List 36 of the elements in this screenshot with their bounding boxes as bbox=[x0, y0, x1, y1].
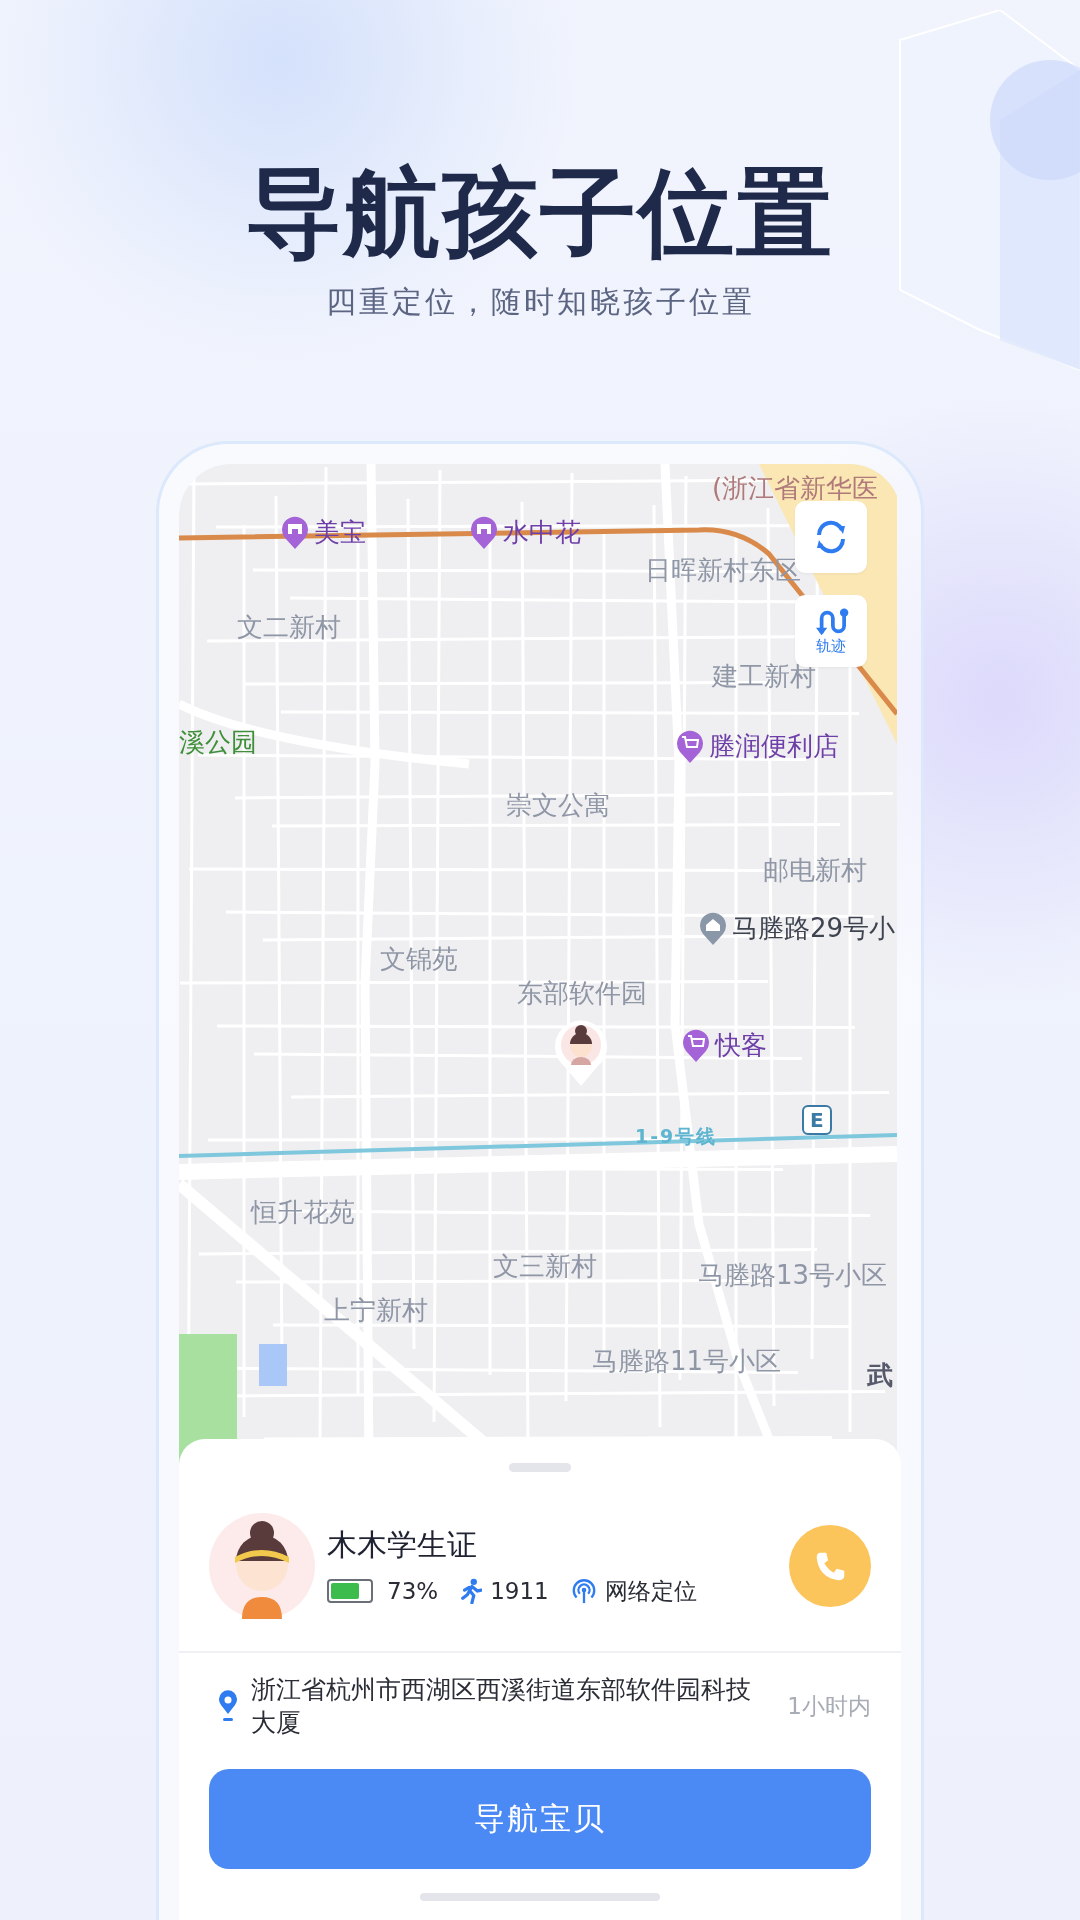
place-label: 文三新村 bbox=[493, 1250, 597, 1282]
road-label: 武 bbox=[867, 1359, 893, 1391]
update-time: 1小时内 bbox=[787, 1691, 871, 1721]
house-pin-icon[interactable] bbox=[698, 910, 728, 946]
address-text: 浙江省杭州市西湖区西溪街道东部软件园科技大厦 bbox=[251, 1674, 752, 1739]
place-label: 文二新村 bbox=[237, 611, 341, 643]
signal-icon bbox=[570, 1578, 597, 1604]
place-label: (浙江省新华医 bbox=[712, 472, 879, 504]
location-pin-icon bbox=[217, 1690, 239, 1722]
subway-exit-badge: E bbox=[802, 1105, 832, 1135]
battery-reading: 73% bbox=[387, 1577, 439, 1606]
place-label: 上宁新村 bbox=[324, 1294, 428, 1326]
subheadline: 四重定位，随时知晓孩子位置 bbox=[325, 283, 755, 321]
place-label: 崇文公寓 bbox=[506, 789, 610, 821]
map-poi-label: 快客 bbox=[715, 1029, 767, 1061]
park-label: 溪公园 bbox=[179, 726, 257, 758]
map-poi-label: 马塍路29号小 bbox=[732, 912, 896, 944]
place-label: 马塍路13号小区 bbox=[698, 1259, 888, 1291]
step-count: 1911 bbox=[490, 1577, 549, 1606]
cart-pin-icon[interactable] bbox=[681, 1027, 711, 1063]
battery-icon bbox=[327, 1579, 373, 1603]
cart-pin-icon[interactable] bbox=[675, 728, 705, 764]
place-label: 马塍路11号小区 bbox=[592, 1345, 782, 1377]
shop-pin-icon[interactable] bbox=[280, 514, 310, 550]
device-name: 木木学生证 bbox=[327, 1526, 478, 1564]
place-label: 文锦苑 bbox=[380, 943, 458, 975]
place-label: 东部软件园 bbox=[517, 977, 647, 1009]
headline: 导航孩子位置 bbox=[246, 160, 834, 266]
shop-pin-icon[interactable] bbox=[469, 514, 499, 550]
running-person-icon bbox=[460, 1578, 483, 1604]
place-label: 恒升花苑 bbox=[251, 1196, 355, 1228]
map-poi-label: 塍润便利店 bbox=[709, 730, 839, 762]
sheet-handle[interactable] bbox=[509, 1463, 571, 1472]
location-mode: 网络定位 bbox=[604, 1577, 697, 1606]
navigate-button[interactable]: 导航宝贝 bbox=[209, 1769, 871, 1869]
place-label: 邮电新村 bbox=[763, 854, 867, 886]
